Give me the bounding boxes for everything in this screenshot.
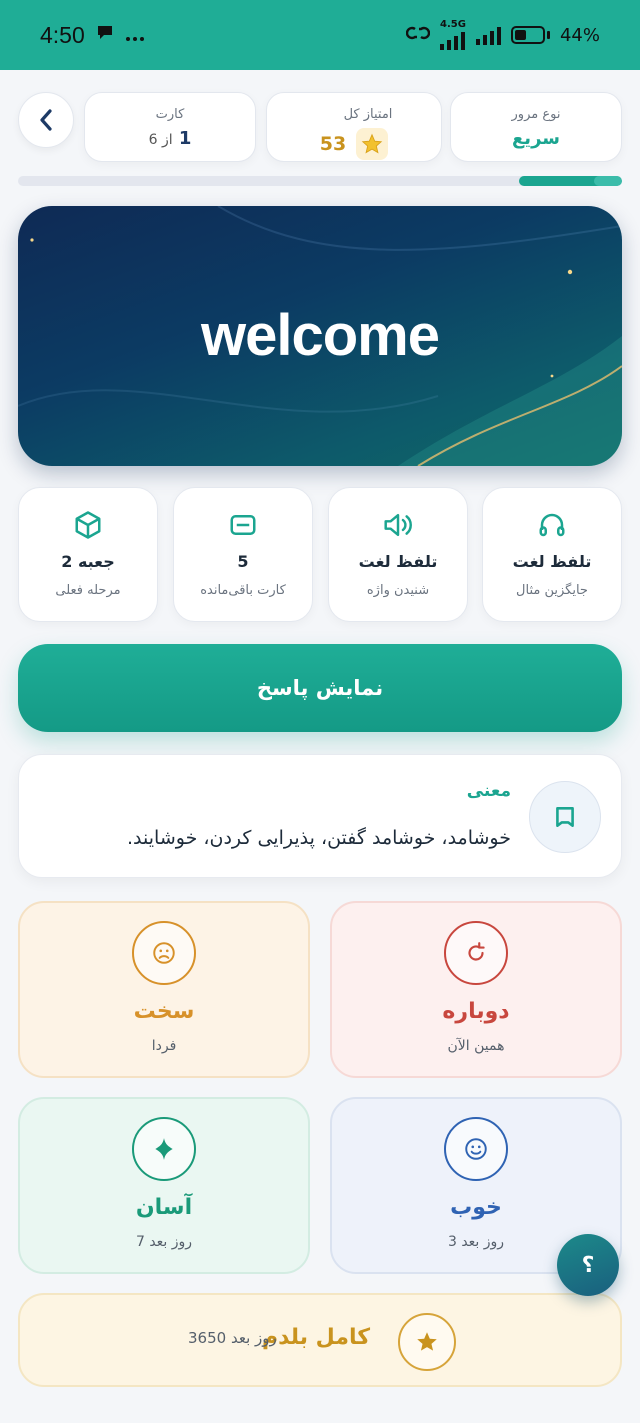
star-outline-icon [417,1332,437,1351]
rate-hard-button[interactable]: سخت فردا [18,901,310,1078]
word-text: welcome [201,303,440,368]
tile-box-subtitle: مرحله فعلی [55,583,121,598]
progress-highlight [594,176,622,186]
card-of-text: از 6 [148,132,173,148]
rate-again-subtitle: همین الآن [447,1038,505,1054]
refresh-icon [468,942,485,961]
review-type-card: نوع مرور سریع [450,92,622,162]
tile-listen-word[interactable]: تلفظ لغت شنیدن واژه [328,487,468,622]
rate-again-title: دوباره [442,999,510,1024]
meaning-card: معنی خوشامد، خوشامد گفتن، پذیرایی کردن، … [18,754,622,878]
smile-face-icon [465,1138,487,1160]
tile-remaining-subtitle: کارت باقی‌مانده [200,583,286,598]
review-type-value: سریع [512,128,560,149]
tile-box-title: جعبه 2 [61,552,115,571]
word-card[interactable]: welcome [18,206,622,466]
score-value: 53 [319,133,347,155]
tile-listen-title: تلفظ لغت [358,552,438,571]
card-current: 1 [178,128,192,149]
meaning-text: خوشامد، خوشامد گفتن، پذیرایی کردن، خوشای… [127,827,511,849]
headphones-icon [539,513,565,537]
speaker-icon [384,513,412,537]
rate-good-title: خوب [450,1195,502,1220]
status-time: 4:50 [40,21,85,48]
tile-remaining: 5 کارت باقی‌مانده [173,487,313,622]
signal-icon-2 [475,25,501,45]
meaning-icon-wrap [529,781,601,853]
rate-hard-title: سخت [133,999,195,1024]
status-bar: 4:50 4.5G 44% [0,0,640,70]
score-label: امتیاز کل [343,107,393,122]
rate-easy-button[interactable]: آسان 7 روز بعد [18,1097,310,1274]
rate-easy-subtitle: 7 روز بعد [135,1234,193,1250]
rate-easy-title: آسان [135,1195,193,1220]
rate-hard-subtitle: فردا [151,1038,177,1054]
meaning-title: معنی [466,781,511,801]
star-icon [356,128,389,160]
back-button[interactable] [18,92,74,148]
info-tiles: جعبه 2 مرحله فعلی 5 کارت باقی‌مانده تلفظ… [18,487,622,622]
tile-pronounce-example[interactable]: تلفظ لغت جایگزین مثال [482,487,622,622]
header: کارت 1 از 6 امتیاز کل 53 نوع مرور سریع [18,92,622,164]
mastered-title: کامل بلدم [261,1325,370,1350]
box-icon [75,511,101,539]
more-icon [125,23,145,48]
tile-box: جعبه 2 مرحله فعلی [18,487,158,622]
network-label: 4.5G [440,19,466,30]
battery-percent: 44% [559,24,600,46]
mastered-button[interactable]: کامل بلدم 3650 روز بعد [18,1293,622,1387]
tile-pronounce-title: تلفظ لغت [512,552,592,571]
signal-icon [440,30,466,50]
status-right: 4.5G 44% [405,19,600,50]
rate-again-button[interactable]: دوباره همین الآن [330,901,622,1078]
card-label: کارت [155,107,185,122]
link-icon [405,23,431,48]
review-type-label: نوع مرور [511,107,561,122]
status-left: 4:50 [40,22,145,49]
help-button[interactable]: ؟ [557,1234,619,1296]
card-icon [230,515,256,535]
chevron-left-icon [40,109,52,131]
progress-bar [18,176,622,186]
show-answer-button[interactable]: نمایش پاسخ [18,644,622,732]
tile-remaining-title: 5 [237,552,249,571]
card-counter: کارت 1 از 6 [84,92,256,162]
tile-pronounce-subtitle: جایگزین مثال [516,583,588,598]
mastered-subtitle: 3650 روز بعد [188,1329,277,1347]
sparkle-icon [155,1138,173,1160]
battery-icon [510,26,550,44]
message-icon [95,22,115,48]
sad-face-icon [153,942,175,964]
total-score-card: امتیاز کل 53 [266,92,442,162]
tile-listen-subtitle: شنیدن واژه [366,583,430,598]
bookmark-icon [556,807,574,827]
